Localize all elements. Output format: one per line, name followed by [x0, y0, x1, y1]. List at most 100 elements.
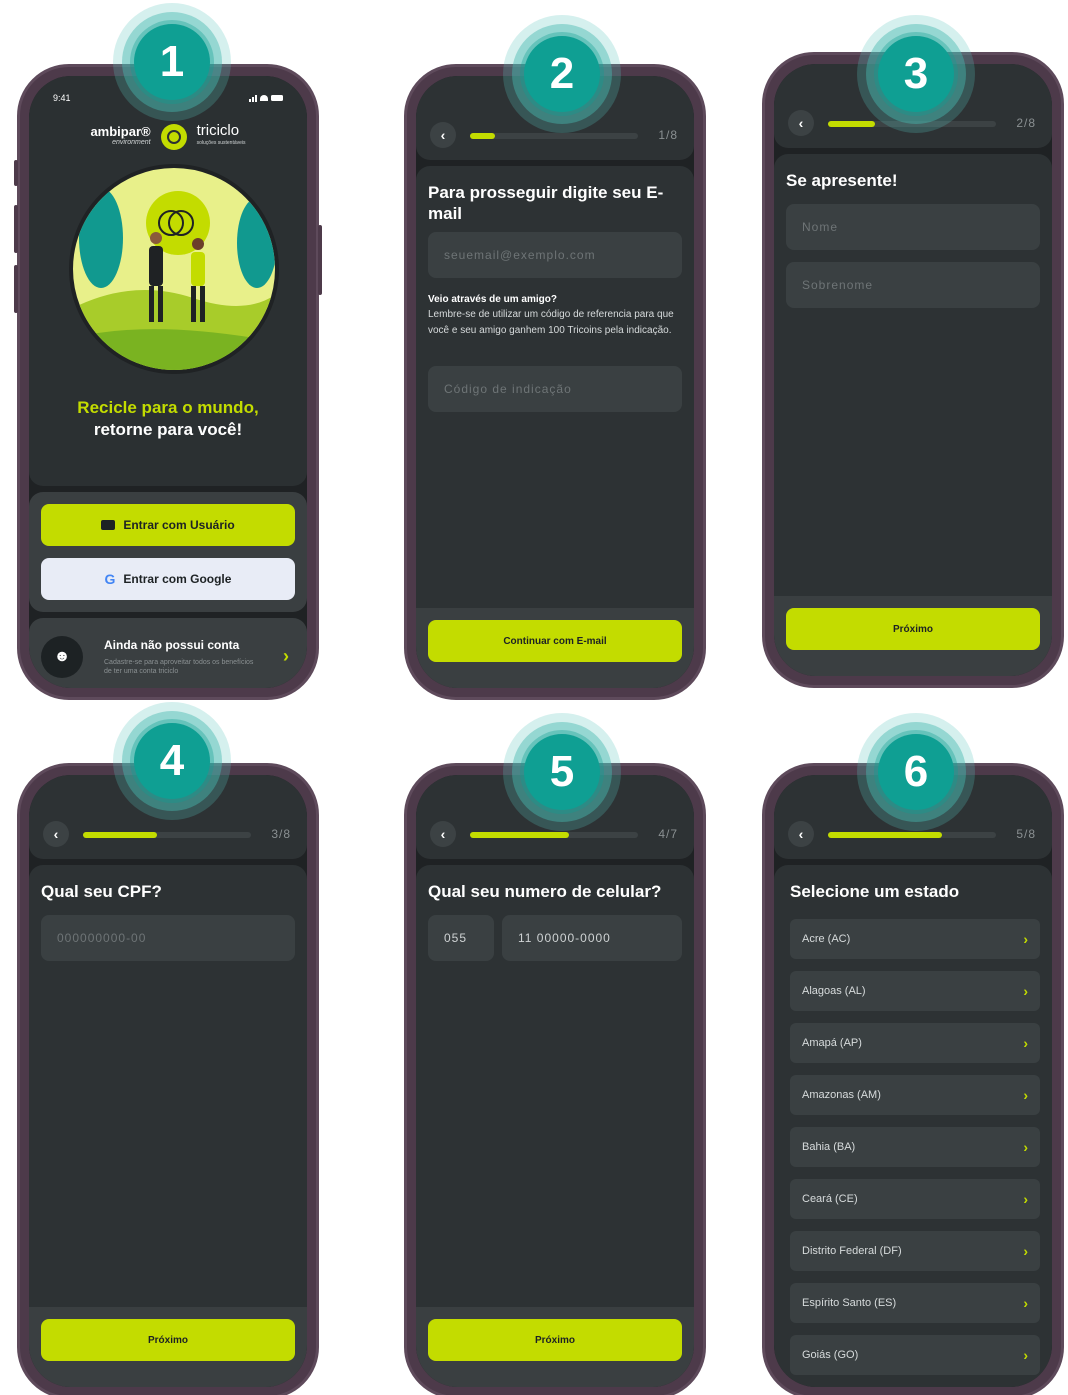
chevron-right-icon: › — [1023, 1347, 1028, 1363]
step-badge-1: 1 — [113, 3, 231, 121]
state-option-label: Distrito Federal (DF) — [802, 1245, 902, 1257]
back-button[interactable]: ‹ — [430, 821, 456, 847]
form-card: Qual seu numero de celular? 055 11 00000… — [416, 865, 694, 1387]
progress-fill — [470, 133, 496, 139]
step-counter: 4/7 — [658, 827, 678, 841]
phone-screen-2: ‹ 1/8 Para prosseguir digite seu E-mail … — [404, 64, 706, 700]
state-option[interactable]: Acre (AC) › — [790, 919, 1040, 959]
create-account-card[interactable]: ☻ Ainda não possui conta Cadastre-se par… — [29, 618, 307, 688]
state-option-label: Espírito Santo (ES) — [802, 1297, 897, 1309]
hero-subheadline: retorne para você! — [93, 420, 243, 439]
step-badge-4: 4 — [113, 702, 231, 820]
progress-fill — [828, 832, 943, 838]
state-option[interactable]: Bahia (BA) › — [790, 1127, 1040, 1167]
step-badge-5: 5 — [503, 713, 621, 831]
chevron-right-icon: › — [1023, 983, 1028, 999]
chevron-right-icon: › — [1023, 1035, 1028, 1051]
chevron-right-icon: › — [1023, 931, 1028, 947]
back-button[interactable]: ‹ — [788, 821, 814, 847]
state-option-label: Amazonas (AM) — [802, 1089, 881, 1101]
phone-number-screen: ‹ 4/7 Qual seu numero de celular? 055 11… — [416, 775, 694, 1387]
country-code-field[interactable]: 055 — [428, 915, 494, 961]
state-option[interactable]: Amapá (AP) › — [790, 1023, 1040, 1063]
state-option[interactable]: Ceará (CE) › — [790, 1179, 1040, 1219]
state-option[interactable]: Amazonas (AM) › — [790, 1075, 1040, 1115]
chevron-right-icon: › — [1023, 1139, 1028, 1155]
next-button[interactable]: Próximo — [428, 1319, 682, 1361]
welcome-screen: 9:41 ambipar® environment triciclo soluçõe… — [29, 76, 307, 688]
next-button[interactable]: Próximo — [786, 608, 1040, 650]
footer: Próximo — [416, 1307, 694, 1387]
phone-screen-3: ‹ 2/8 Se apresente! Nome Sobrenome Próxi… — [762, 52, 1064, 688]
hero-headline: Recicle para o mundo, — [77, 398, 259, 417]
signal-icon — [249, 94, 257, 102]
back-button[interactable]: ‹ — [43, 821, 69, 847]
phone-screen-6: ‹ 5/8 Selecione um estado Acre (AC) › Alag… — [762, 763, 1064, 1395]
footer: Continuar com E-mail — [416, 608, 694, 688]
first-name-field[interactable]: Nome — [786, 204, 1040, 250]
state-option-label: Bahia (BA) — [802, 1141, 856, 1153]
footer: Próximo — [29, 1307, 307, 1387]
brand-logos: ambipar® environment triciclo soluções sus… — [29, 122, 307, 150]
email-screen: ‹ 1/8 Para prosseguir digite seu E-mail … — [416, 76, 694, 688]
state-option[interactable]: Alagoas (AL) › — [790, 971, 1040, 1011]
form-card: Para prosseguir digite seu E-mail seuema… — [416, 166, 694, 688]
welcome-hero: 9:41 ambipar® environment triciclo soluçõe… — [29, 76, 307, 486]
step-counter: 5/8 — [1016, 827, 1036, 841]
chevron-right-icon: › — [1023, 1087, 1028, 1103]
phone-screen-5: ‹ 4/7 Qual seu numero de celular? 055 11… — [404, 763, 706, 1395]
referral-code-field[interactable]: Código de indicação — [428, 366, 682, 412]
back-button[interactable]: ‹ — [788, 110, 814, 136]
chevron-right-icon: › — [1023, 1243, 1028, 1259]
cpf-field[interactable]: 000000000-00 — [41, 915, 295, 961]
login-user-button[interactable]: Entrar com Usuário — [41, 504, 295, 546]
step-counter: 2/8 — [1016, 116, 1036, 130]
next-button[interactable]: Próximo — [41, 1319, 295, 1361]
footer: Próximo — [774, 596, 1052, 676]
login-options: Entrar com Usuário G Entrar com Google — [29, 492, 307, 612]
state-option-label: Acre (AC) — [802, 933, 851, 945]
state-list-card: Selecione um estado Acre (AC) › Alagoas (A… — [774, 865, 1052, 1387]
form-card: Se apresente! Nome Sobrenome Próximo — [774, 154, 1052, 676]
login-google-button[interactable]: G Entrar com Google — [41, 558, 295, 600]
step-counter: 1/8 — [658, 128, 678, 142]
triciclo-logo: triciclo soluções sustentáveis — [196, 122, 246, 146]
state-option-label: Ceará (CE) — [802, 1193, 858, 1205]
ambipar-logo: ambipar® environment — [90, 124, 151, 146]
state-option[interactable]: Distrito Federal (DF) › — [790, 1231, 1040, 1271]
progress-fill — [470, 832, 570, 838]
page-title: Se apresente! — [786, 171, 898, 190]
triciclo-logo-icon — [160, 124, 187, 150]
google-icon: G — [104, 571, 116, 587]
progress-fill — [828, 121, 876, 127]
step-badge-3: 3 — [857, 15, 975, 133]
name-screen: ‹ 2/8 Se apresente! Nome Sobrenome Próxi… — [774, 64, 1052, 676]
page-title: Para prosseguir digite seu E-mail — [428, 183, 664, 223]
cpf-screen: ‹ 3/8 Qual seu CPF? 000000000-00 Próximo — [29, 775, 307, 1387]
phone-number-field[interactable]: 11 00000-0000 — [502, 915, 682, 961]
state-option-label: Alagoas (AL) — [802, 985, 866, 997]
state-option[interactable]: Espírito Santo (ES) › — [790, 1283, 1040, 1323]
recycling-illustration — [69, 164, 279, 374]
state-select-screen: ‹ 5/8 Selecione um estado Acre (AC) › Alag… — [774, 775, 1052, 1387]
referral-hint-title: Veio através de um amigo? — [428, 294, 557, 305]
state-option-label: Goiás (GO) — [802, 1349, 859, 1361]
page-title: Qual seu CPF? — [41, 882, 162, 901]
battery-icon — [271, 95, 283, 101]
progress-bar — [828, 832, 996, 838]
referral-hint-body: Lembre-se de utilizar um código de refer… — [428, 309, 674, 336]
step-counter: 3/8 — [271, 827, 291, 841]
progress-fill — [83, 832, 157, 838]
back-button[interactable]: ‹ — [430, 122, 456, 148]
form-card: Qual seu CPF? 000000000-00 Próximo — [29, 865, 307, 1387]
chevron-right-icon: › — [1023, 1191, 1028, 1207]
add-user-icon: ☻ — [41, 636, 83, 678]
email-field[interactable]: seuemail@exemplo.com — [428, 232, 682, 278]
last-name-field[interactable]: Sobrenome — [786, 262, 1040, 308]
state-option[interactable]: Goiás (GO) › — [790, 1335, 1040, 1375]
phone-screen-4: ‹ 3/8 Qual seu CPF? 000000000-00 Próximo — [17, 763, 319, 1395]
progress-bar — [83, 832, 251, 838]
continue-email-button[interactable]: Continuar com E-mail — [428, 620, 682, 662]
step-badge-2: 2 — [503, 15, 621, 133]
status-time: 9:41 — [53, 93, 71, 103]
